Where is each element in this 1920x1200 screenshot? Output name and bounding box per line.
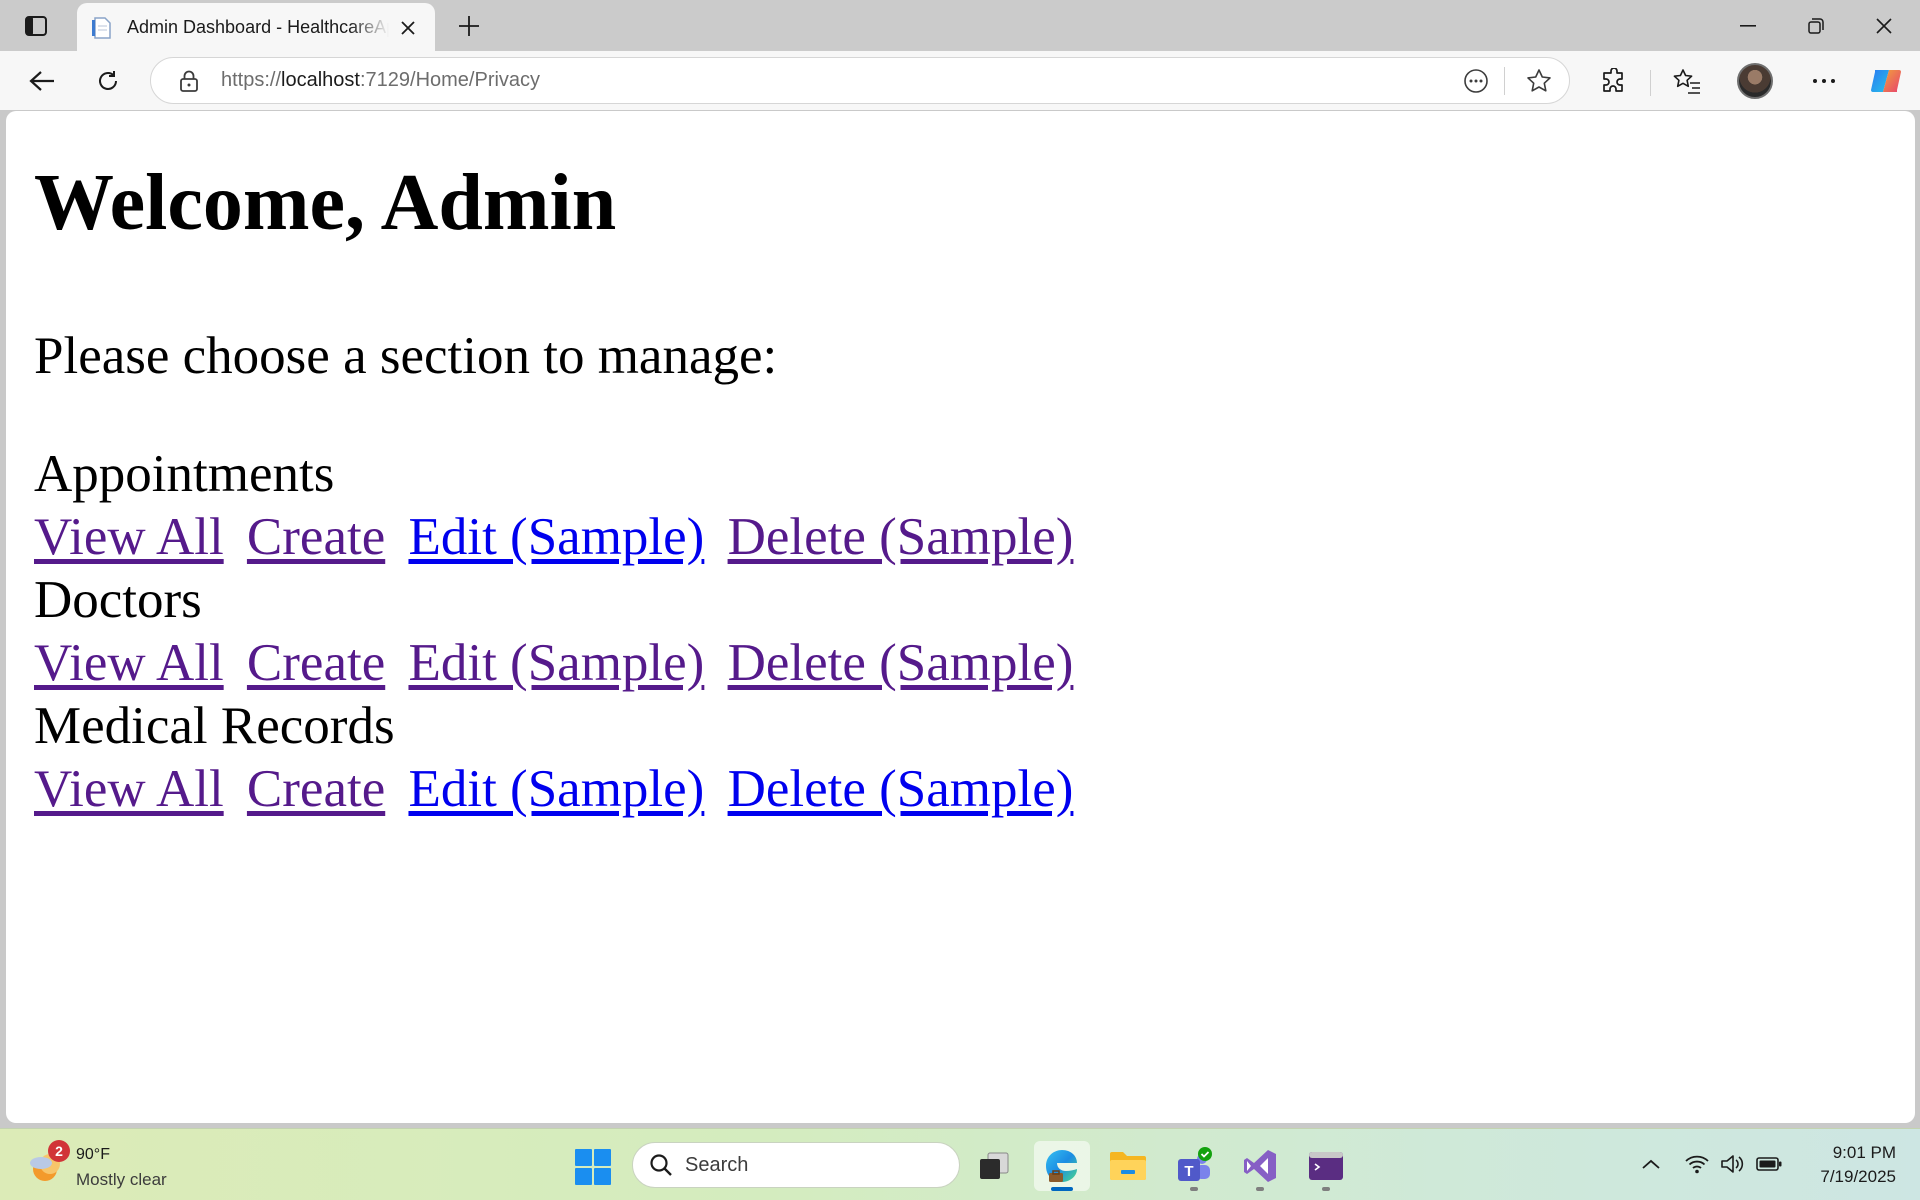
clock-date: 7/19/2025 xyxy=(1820,1167,1896,1186)
taskbar-search[interactable]: Search xyxy=(632,1142,960,1188)
windows-taskbar: 2 90°F Mostly clear Search T 9:01 PM 7/1… xyxy=(0,1128,1920,1200)
favorite-star-icon[interactable] xyxy=(1517,59,1561,103)
clock-time: 9:01 PM xyxy=(1832,1143,1896,1162)
address-bar[interactable]: https://localhost:7129/Home/Privacy xyxy=(150,57,1570,104)
restore-icon[interactable] xyxy=(1782,0,1850,51)
edge-running-indicator xyxy=(1051,1187,1073,1191)
read-aloud-more-icon[interactable] xyxy=(1454,59,1498,103)
weather-temperature: 90°F xyxy=(76,1146,110,1163)
task-view-icon[interactable] xyxy=(966,1141,1022,1191)
settings-more-icon[interactable] xyxy=(1804,61,1844,101)
browser-toolbar: https://localhost:7129/Home/Privacy xyxy=(0,51,1920,110)
wifi-icon[interactable] xyxy=(1682,1149,1712,1179)
section-links-medical-records: View All Create Edit (Sample) Delete (Sa… xyxy=(34,758,1083,821)
close-window-icon[interactable] xyxy=(1850,0,1918,51)
appointments-view-all-link[interactable]: View All xyxy=(34,508,224,566)
section-heading-medical-records: Medical Records xyxy=(34,697,395,755)
section-heading-appointments: Appointments xyxy=(34,445,335,503)
extensions-puzzle-icon[interactable] xyxy=(1594,61,1634,101)
intro-text: Please choose a section to manage: xyxy=(34,327,778,385)
site-info-lock-icon[interactable] xyxy=(177,69,201,93)
admin-sections: Appointments View All Create Edit (Sampl… xyxy=(34,443,1083,821)
page-favicon-icon xyxy=(91,16,113,39)
search-icon xyxy=(650,1154,672,1176)
battery-icon[interactable] xyxy=(1754,1149,1784,1179)
url-host: localhost xyxy=(281,69,360,91)
tab-actions-menu-icon[interactable] xyxy=(14,11,58,41)
edge-icon[interactable] xyxy=(1034,1141,1090,1191)
search-placeholder: Search xyxy=(685,1153,749,1176)
url-path: :7129/Home/Privacy xyxy=(359,69,541,91)
show-hidden-icons-chevron-icon[interactable] xyxy=(1636,1149,1666,1179)
new-tab-icon[interactable] xyxy=(452,10,486,42)
weather-widget[interactable]: 2 90°F Mostly clear xyxy=(24,1139,194,1191)
visual-studio-running-indicator xyxy=(1256,1187,1264,1191)
tab-close-icon[interactable] xyxy=(395,15,421,41)
copilot-icon[interactable] xyxy=(1866,61,1906,101)
tab-admin-dashboard[interactable]: Admin Dashboard - HealthcareApp xyxy=(77,3,435,52)
section-links-doctors: View All Create Edit (Sample) Delete (Sa… xyxy=(34,632,1083,695)
medical-records-create-link[interactable]: Create xyxy=(247,760,385,818)
favorites-list-icon[interactable] xyxy=(1667,61,1707,101)
address-bar-divider xyxy=(1504,66,1505,95)
appointments-delete-sample-link[interactable]: Delete (Sample) xyxy=(728,508,1074,566)
url-text[interactable]: https://localhost:7129/Home/Privacy xyxy=(221,69,540,92)
tab-title: Admin Dashboard - HealthcareApp xyxy=(127,17,389,37)
appointments-edit-sample-link[interactable]: Edit (Sample) xyxy=(408,508,704,566)
teams-icon[interactable]: T xyxy=(1166,1141,1222,1191)
page-title: Welcome, Admin xyxy=(34,159,617,247)
minimize-icon[interactable] xyxy=(1714,0,1782,51)
profile-avatar[interactable] xyxy=(1737,63,1773,99)
appointments-create-link[interactable]: Create xyxy=(247,508,385,566)
page-viewport: Welcome, Admin Please choose a section t… xyxy=(6,111,1915,1123)
doctors-create-link[interactable]: Create xyxy=(247,634,385,692)
toolbar-divider xyxy=(1650,70,1651,96)
doctors-edit-sample-link[interactable]: Edit (Sample) xyxy=(408,634,704,692)
file-explorer-icon[interactable] xyxy=(1100,1141,1156,1191)
terminal-running-indicator xyxy=(1322,1187,1330,1191)
volume-icon[interactable] xyxy=(1718,1149,1748,1179)
windows-start-icon[interactable] xyxy=(574,1148,612,1186)
section-links-appointments: View All Create Edit (Sample) Delete (Sa… xyxy=(34,506,1083,569)
weather-notification-badge: 2 xyxy=(48,1140,70,1162)
teams-running-indicator xyxy=(1190,1187,1198,1191)
medical-records-view-all-link[interactable]: View All xyxy=(34,760,224,818)
terminal-icon[interactable] xyxy=(1298,1141,1354,1191)
visual-studio-icon[interactable] xyxy=(1232,1141,1288,1191)
weather-description: Mostly clear xyxy=(76,1170,167,1189)
medical-records-edit-sample-link[interactable]: Edit (Sample) xyxy=(408,760,704,818)
refresh-icon[interactable] xyxy=(88,61,128,101)
url-scheme: https:// xyxy=(221,69,282,91)
section-heading-doctors: Doctors xyxy=(34,571,202,629)
browser-tab-bar: Admin Dashboard - HealthcareApp xyxy=(0,0,1920,52)
doctors-delete-sample-link[interactable]: Delete (Sample) xyxy=(728,634,1074,692)
medical-records-delete-sample-link[interactable]: Delete (Sample) xyxy=(728,760,1074,818)
system-clock[interactable]: 9:01 PM 7/19/2025 xyxy=(1796,1141,1896,1189)
svg-text:T: T xyxy=(1184,1163,1193,1180)
doctors-view-all-link[interactable]: View All xyxy=(34,634,224,692)
back-arrow-icon[interactable] xyxy=(22,61,62,101)
